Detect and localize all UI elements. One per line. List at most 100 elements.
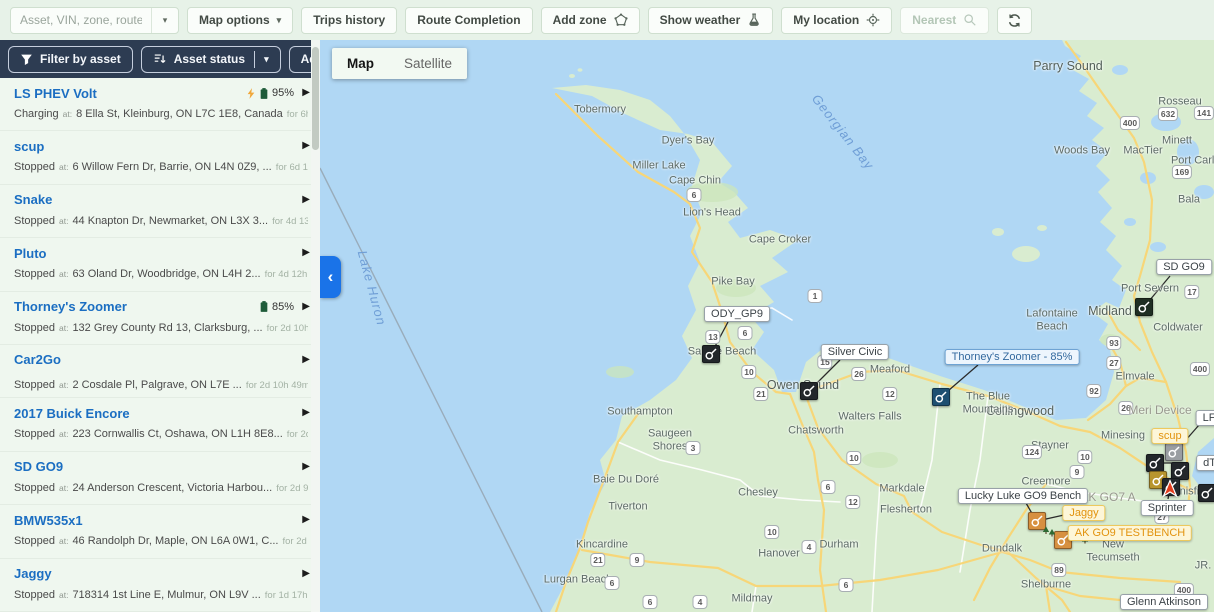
route-shield: 89 (1051, 563, 1066, 577)
asset-status-label: Asset status (174, 52, 245, 66)
route-completion-button[interactable]: Route Completion (405, 7, 532, 34)
refresh-button[interactable] (997, 7, 1032, 34)
vehicle-list-item[interactable]: Car2Go ▶ Stopped at: 2 Cosdale Pl, Palgr… (0, 345, 320, 398)
vehicle-name[interactable]: Car2Go (14, 352, 61, 367)
at-label: at: (59, 380, 68, 390)
town-label: Dyer's Bay (662, 135, 715, 148)
battery-percent: 95% (272, 87, 294, 99)
asset-map-label[interactable]: LF (1196, 410, 1214, 426)
expand-arrow-icon[interactable]: ▶ (302, 461, 310, 472)
town-label: Pike Bay (711, 276, 754, 289)
asset-marker-sd-go9[interactable] (1135, 298, 1153, 316)
add-zone-button[interactable]: Add zone (541, 7, 640, 34)
expand-arrow-icon[interactable]: ▶ (302, 514, 310, 525)
nearest-button[interactable]: Nearest (900, 7, 989, 34)
search-caret-button[interactable]: ▾ (151, 8, 178, 33)
device-pointer-icon (1167, 445, 1181, 459)
town-label: Meaford (870, 364, 910, 377)
town-label: Dundalk (982, 543, 1022, 556)
asset-marker-ody-gp9[interactable] (702, 345, 720, 363)
asset-map-label[interactable]: Glenn Atkinson (1120, 594, 1208, 610)
route-shield: 400 (1120, 116, 1140, 130)
vehicle-list-item[interactable]: BMW535x1 ▶ Stopped at: 46 Randolph Dr, M… (0, 505, 320, 558)
map-type-map-button[interactable]: Map (332, 48, 389, 79)
vehicle-list-item[interactable]: scup ▶ Stopped at: 6 Willow Fern Dr, Bar… (0, 131, 320, 184)
vehicle-name[interactable]: LS PHEV Volt (14, 86, 97, 101)
asset-marker-cluster-1[interactable] (1146, 454, 1164, 472)
trips-history-label: Trips history (313, 13, 385, 27)
asset-marker-edge-device[interactable] (1198, 484, 1214, 502)
asset-map-label[interactable]: Thorney's Zoomer - 85% (945, 349, 1080, 365)
asset-map-label[interactable]: Sprinter (1141, 500, 1194, 516)
at-label: at: (59, 269, 68, 279)
town-label: Hanover (758, 548, 800, 561)
map-options-button[interactable]: Map options ▾ (187, 7, 293, 34)
vehicle-list-item[interactable]: Jaggy ▶ Stopped at: 718314 1st Line E, M… (0, 559, 320, 612)
asset-map-label[interactable]: scup (1151, 428, 1188, 444)
expand-arrow-icon[interactable]: ▶ (302, 354, 310, 365)
vehicle-name[interactable]: Snake (14, 192, 52, 207)
expand-arrow-icon[interactable]: ▶ (302, 194, 310, 205)
vehicle-address: 8 Ella St, Kleinburg, ON L7C 1E8, Canada (76, 108, 283, 120)
flask-icon (747, 13, 761, 27)
stopped-duration: for 4d 12h 39m 16s (265, 269, 308, 280)
expand-arrow-icon[interactable]: ▶ (302, 407, 310, 418)
asset-marker-silver-civic[interactable] (800, 382, 818, 400)
vehicle-list-item[interactable]: 2017 Buick Encore ▶ Stopped at: 223 Corn… (0, 398, 320, 451)
asset-status-button[interactable]: Asset status ▾ (141, 46, 281, 73)
asset-marker-thorneys-zoomer[interactable] (932, 388, 950, 406)
vehicle-name[interactable]: Pluto (14, 246, 47, 261)
vehicle-name[interactable]: SD GO9 (14, 459, 63, 474)
asset-map-label[interactable]: Lucky Luke GO9 Bench (958, 488, 1088, 504)
asset-map-label[interactable]: SD GO9 (1156, 259, 1212, 275)
asset-map-label[interactable]: Jaggy (1062, 505, 1105, 521)
trips-history-button[interactable]: Trips history (301, 7, 397, 34)
sidebar-collapse-tab[interactable]: ‹ (320, 256, 341, 298)
map-options-label: Map options (199, 13, 270, 27)
map-canvas[interactable]: TobermoryDyer's BayMiller LakeCape ChinL… (320, 40, 1214, 612)
vehicle-name[interactable]: Jaggy (14, 566, 52, 581)
vehicle-list-item[interactable]: Thorney's Zoomer 85% ▶ Stopped at: 132 G… (0, 292, 320, 345)
at-label: at: (59, 536, 68, 546)
vehicle-list-item[interactable]: Snake ▶ Stopped at: 44 Knapton Dr, Newma… (0, 185, 320, 238)
vehicle-status: Stopped (14, 268, 55, 280)
battery-icon (259, 87, 269, 100)
magnifier-icon (963, 13, 977, 27)
fleet-tracking-app: ▾ Map options ▾ Trips history Route Comp… (0, 0, 1214, 612)
town-label: Chatsworth (788, 425, 844, 438)
vehicle-name[interactable]: Thorney's Zoomer (14, 299, 127, 314)
filter-by-asset-button[interactable]: Filter by asset (8, 46, 133, 73)
asset-marker-scup[interactable] (1165, 443, 1183, 461)
expand-arrow-icon[interactable]: ▶ (302, 568, 310, 579)
town-label: Lion's Head (683, 207, 741, 220)
crosshair-icon (866, 13, 880, 27)
device-pointer-icon (1148, 456, 1162, 470)
expand-arrow-icon[interactable]: ▶ (302, 87, 310, 98)
vehicle-name[interactable]: BMW535x1 (14, 513, 83, 528)
asset-map-label[interactable]: dTe (1196, 455, 1214, 471)
at-label: at: (63, 109, 72, 119)
town-label: MacTier (1123, 145, 1162, 158)
route-shield: 10 (741, 365, 756, 379)
asset-map-label[interactable]: Silver Civic (821, 344, 889, 360)
refresh-icon (1007, 13, 1022, 28)
asset-map-label[interactable]: AK GO9 TESTBENCH (1068, 525, 1192, 541)
search-input[interactable] (11, 8, 151, 33)
expand-arrow-icon[interactable]: ▶ (302, 247, 310, 258)
vehicle-list-item[interactable]: Pluto ▶ Stopped at: 63 Oland Dr, Woodbri… (0, 238, 320, 291)
chevron-down-icon[interactable]: ▾ (264, 54, 269, 65)
vehicle-name[interactable]: scup (14, 139, 44, 154)
asset-map-label[interactable]: ODY_GP9 (704, 306, 770, 322)
vehicle-name[interactable]: 2017 Buick Encore (14, 406, 130, 421)
scrollbar-thumb[interactable] (312, 47, 319, 150)
my-location-button[interactable]: My location (781, 7, 892, 34)
expand-arrow-icon[interactable]: ▶ (302, 301, 310, 312)
nearest-label: Nearest (912, 13, 956, 27)
show-weather-button[interactable]: Show weather (648, 7, 774, 34)
vehicle-list-item[interactable]: SD GO9 ▶ Stopped at: 24 Anderson Crescen… (0, 452, 320, 505)
vehicle-list-item[interactable]: LS PHEV Volt 95% ▶ Charging at: 8 Ella S… (0, 78, 320, 131)
town-label: Parry Sound (1033, 59, 1102, 73)
expand-arrow-icon[interactable]: ▶ (302, 140, 310, 151)
map-type-satellite-button[interactable]: Satellite (389, 48, 467, 79)
at-label: at: (59, 216, 68, 226)
